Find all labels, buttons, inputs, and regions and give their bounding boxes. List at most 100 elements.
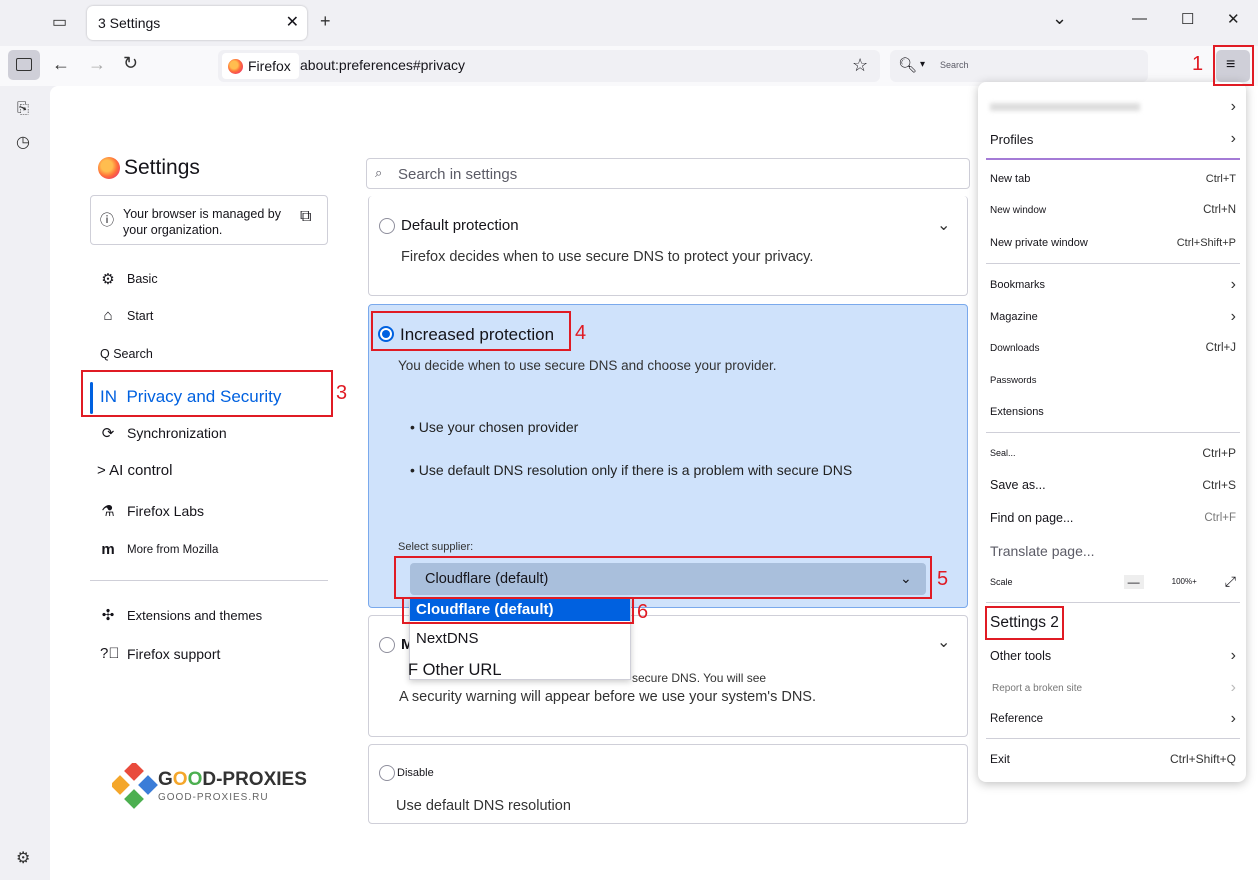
radio-default[interactable] (379, 218, 395, 234)
annotation-number-1: 1 (1192, 53, 1204, 75)
menu-separator (986, 602, 1240, 603)
dns-off-card[interactable]: Disable Use default DNS resolution (368, 744, 968, 824)
menu-extensions[interactable]: Extensions (990, 406, 1236, 418)
account-blurred (990, 103, 1140, 111)
logo-letters: D-PROXIES (202, 769, 307, 790)
dns-default-card[interactable]: Default protection ⌄ Firefox decides whe… (368, 196, 968, 296)
menu-bookmarks[interactable]: Bookmarks › (990, 276, 1236, 294)
menu-report-broken-site[interactable]: Report a broken site › (990, 679, 1236, 697)
logo-name: GOOD-PROXIES (158, 769, 307, 790)
page-title: Settings (98, 156, 200, 180)
menu-new-private-window[interactable]: New private window Ctrl+Shift+P (990, 237, 1236, 249)
synced-tabs-icon[interactable]: ⎘ (17, 100, 29, 117)
tab-close-icon[interactable]: ✕ (286, 12, 299, 32)
sidebar-item-more-mozilla[interactable]: m More from Mozilla (100, 541, 218, 558)
tab-title: 3 Settings (98, 15, 161, 31)
menu-exit[interactable]: Exit Ctrl+Shift+Q (990, 752, 1236, 766)
chevron-down-icon[interactable]: ⌄ (937, 215, 950, 235)
sidebar-item-support[interactable]: ?⃝ Firefox support (100, 645, 220, 662)
new-tab-icon[interactable]: + (320, 11, 331, 32)
mozilla-icon: m (101, 541, 115, 558)
menu-shortcut: Ctrl+T (1205, 173, 1236, 185)
menu-label: Find on page... (990, 511, 1074, 525)
menu-downloads[interactable]: Downloads Ctrl+J (990, 342, 1236, 354)
dns-off-label: Disable (397, 767, 434, 779)
back-icon[interactable]: ← (52, 54, 70, 75)
sidebar-toggle-button[interactable] (8, 50, 40, 80)
zoom-out-button[interactable]: — (1123, 574, 1144, 589)
sidebar-item-start[interactable]: ⌂ Start (100, 307, 153, 324)
menu-shortcut: Ctrl+Shift+P (1176, 237, 1236, 249)
url-text[interactable]: about:preferences#privacy (300, 57, 465, 73)
dropdown-option-other-url[interactable]: F Other URL (402, 659, 622, 681)
fullscreen-icon[interactable]: ⤢ (1225, 573, 1236, 590)
menu-label: Extensions (990, 406, 1044, 418)
settings-search-input[interactable]: ⌕ Search in settings (366, 158, 970, 189)
history-icon[interactable]: ◷ (16, 132, 30, 152)
sidebar-item-ai[interactable]: > AI control (97, 462, 172, 479)
menu-magazine[interactable]: Magazine › (990, 308, 1236, 326)
sidebar-item-labs[interactable]: ⚗ Firefox Labs (100, 502, 204, 520)
annotation-number-5: 5 (937, 568, 949, 590)
menu-separator (986, 432, 1240, 433)
help-icon: ?⃝ (100, 645, 120, 662)
flask-icon: ⚗ (101, 503, 115, 520)
url-bar[interactable]: Firefox about:preferences#privacy ☆ (218, 50, 880, 82)
forward-icon[interactable]: → (88, 54, 106, 75)
page-title-text: Settings (124, 156, 200, 179)
managed-notice-text: Your browser is managed by your organiza… (123, 207, 281, 237)
chevron-right-icon: › (1230, 647, 1236, 664)
menu-new-window[interactable]: New window Ctrl+N (990, 204, 1236, 216)
menu-passwords[interactable]: Passwords (990, 375, 1236, 386)
menu-translate[interactable]: Translate page... (990, 543, 1236, 559)
menu-label: Magazine (990, 311, 1038, 323)
select-supplier-label: Select supplier: (398, 541, 474, 553)
sidebar-item-basic[interactable]: ⚙ Basic (100, 270, 157, 288)
dropdown-option-nextdns[interactable]: NextDNS (410, 628, 630, 650)
reload-icon[interactable]: ↻ (123, 53, 138, 74)
dns-max-desc: A security warning will appear before we… (399, 689, 816, 705)
tab-settings[interactable]: 3 Settings ✕ (87, 6, 307, 40)
firefox-view-icon[interactable]: ▭ (52, 12, 67, 32)
chevron-right-icon: › (1230, 710, 1236, 727)
menu-other-tools[interactable]: Other tools › (990, 647, 1236, 665)
menu-help[interactable]: Reference › (990, 710, 1236, 728)
search-engine-chevron-icon[interactable]: ▾ (920, 59, 925, 70)
minimize-icon[interactable]: — (1132, 10, 1147, 27)
menu-find[interactable]: Find on page... Ctrl+F (990, 511, 1236, 525)
dns-default-label: Default protection (401, 217, 519, 234)
bookmark-star-icon[interactable]: ☆ (852, 55, 868, 76)
dns-max-desc-partial: secure DNS. You will see (632, 671, 767, 685)
menu-separator (986, 738, 1240, 739)
menu-new-tab[interactable]: New tab Ctrl+T (990, 173, 1236, 185)
maximize-icon[interactable]: ☐ (1181, 10, 1194, 28)
radio-max[interactable] (379, 637, 395, 653)
dns-bullet-2: • Use default DNS resolution only if the… (410, 462, 853, 478)
sidebar-item-extensions[interactable]: ✣ Extensions and themes (100, 606, 262, 624)
identity-box[interactable]: Firefox (222, 53, 299, 79)
search-icon: ⌕ (375, 165, 383, 180)
search-icon[interactable]: 🔍︎ (898, 56, 917, 74)
search-bar[interactable]: 🔍︎ ▾ Search (890, 50, 1148, 82)
sidebar-item-search[interactable]: Q Search (100, 347, 153, 361)
external-link-icon: ⧉ (300, 208, 312, 225)
menu-label: New private window (990, 237, 1088, 249)
chevron-down-icon[interactable]: ⌄ (937, 632, 950, 652)
menu-print[interactable]: Seal... Ctrl+P (990, 446, 1236, 460)
menu-profiles[interactable]: Profiles › (990, 130, 1236, 148)
managed-notice[interactable]: ⓘ Your browser is managed by your organi… (90, 195, 328, 245)
dns-bullet-1: • Use your chosen provider (410, 419, 579, 435)
customize-sidebar-gear-icon[interactable]: ⚙ (16, 848, 30, 868)
menu-account[interactable]: › (990, 98, 1236, 116)
firefox-logo-icon (98, 157, 120, 179)
zoom-value[interactable]: 100%+ (1172, 577, 1197, 586)
menu-shortcut: Ctrl+J (1205, 342, 1236, 354)
close-window-icon[interactable]: ✕ (1227, 10, 1240, 28)
sidebar-item-sync[interactable]: ⟳ Synchronization (100, 424, 227, 442)
menu-shortcut: Ctrl+P (1202, 446, 1236, 460)
annotation-number-3: 3 (336, 382, 348, 404)
radio-off[interactable] (379, 765, 395, 781)
tab-list-icon[interactable]: ⌄ (1052, 8, 1067, 29)
menu-label: Translate page... (990, 543, 1095, 559)
menu-save-as[interactable]: Save as... Ctrl+S (990, 478, 1236, 492)
